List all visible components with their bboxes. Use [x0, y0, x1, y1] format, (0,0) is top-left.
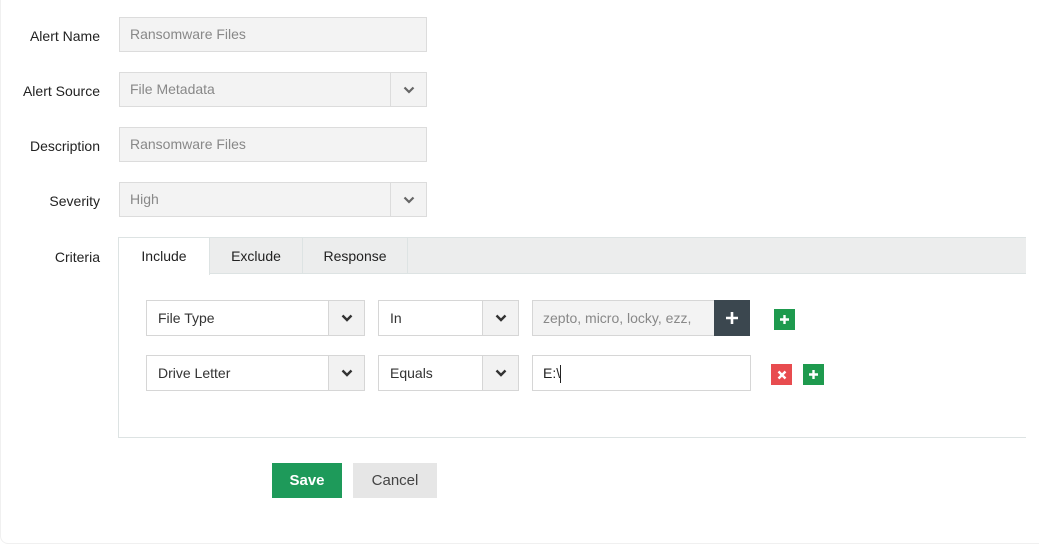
alert-source-value: File Metadata	[130, 81, 215, 97]
save-button[interactable]: Save	[272, 463, 342, 498]
criteria-operator-value: Equals	[390, 365, 433, 381]
alert-source-dropdown-toggle[interactable]	[390, 73, 426, 106]
alert-name-input[interactable]: Ransomware Files	[119, 17, 427, 52]
chevron-down-icon	[403, 196, 414, 204]
add-row-button[interactable]	[803, 364, 824, 385]
criteria-operator-value: In	[390, 310, 402, 326]
text-cursor	[560, 365, 562, 384]
operator-dropdown-toggle[interactable]	[482, 356, 518, 390]
field-dropdown-toggle[interactable]	[328, 301, 364, 335]
severity-select[interactable]: High	[119, 182, 427, 217]
close-icon	[777, 370, 786, 379]
plus-icon	[780, 315, 789, 324]
tab-exclude[interactable]: Exclude	[210, 238, 303, 274]
form-container: Alert Name Ransomware Files Alert Source…	[0, 0, 1039, 544]
tab-include[interactable]: Include	[119, 238, 210, 275]
severity-value: High	[130, 191, 159, 207]
severity-label: Severity	[49, 193, 100, 209]
remove-row-button[interactable]	[771, 364, 792, 385]
criteria-value-text: E:\	[543, 365, 561, 381]
cancel-button[interactable]: Cancel	[353, 463, 437, 498]
add-row-button[interactable]	[774, 309, 795, 330]
criteria-field-select[interactable]: File Type	[146, 300, 365, 336]
add-value-button[interactable]	[714, 300, 750, 336]
criteria-value-list[interactable]: zepto, micro, locky, ezz,	[532, 300, 715, 336]
operator-dropdown-toggle[interactable]	[482, 301, 518, 335]
chevron-down-icon	[341, 369, 352, 377]
criteria-tabs: Include Exclude Response	[119, 238, 1026, 275]
plus-icon	[726, 312, 738, 324]
alert-name-label: Alert Name	[29, 28, 100, 44]
criteria-operator-select[interactable]: In	[378, 300, 519, 336]
criteria-field-value: File Type	[158, 310, 215, 326]
criteria-field-select[interactable]: Drive Letter	[146, 355, 365, 391]
field-dropdown-toggle[interactable]	[328, 356, 364, 390]
criteria-value-text: zepto, micro, locky, ezz,	[543, 310, 692, 326]
criteria-value-input[interactable]: E:\	[532, 355, 751, 391]
description-label: Description	[29, 138, 100, 154]
chevron-down-icon	[495, 314, 506, 322]
alert-name-value: Ransomware Files	[130, 26, 246, 42]
criteria-label: Criteria	[54, 249, 100, 265]
chevron-down-icon	[341, 314, 352, 322]
tab-response[interactable]: Response	[303, 238, 408, 274]
criteria-field-value: Drive Letter	[158, 365, 231, 381]
criteria-panel: Include Exclude Response File Type In ze…	[118, 237, 1026, 438]
alert-source-select[interactable]: File Metadata	[119, 72, 427, 107]
criteria-operator-select[interactable]: Equals	[378, 355, 519, 391]
description-value: Ransomware Files	[130, 136, 246, 152]
plus-icon	[809, 370, 818, 379]
alert-source-label: Alert Source	[22, 83, 100, 99]
chevron-down-icon	[495, 369, 506, 377]
severity-dropdown-toggle[interactable]	[390, 183, 426, 216]
chevron-down-icon	[403, 86, 414, 94]
description-input[interactable]: Ransomware Files	[119, 127, 427, 162]
